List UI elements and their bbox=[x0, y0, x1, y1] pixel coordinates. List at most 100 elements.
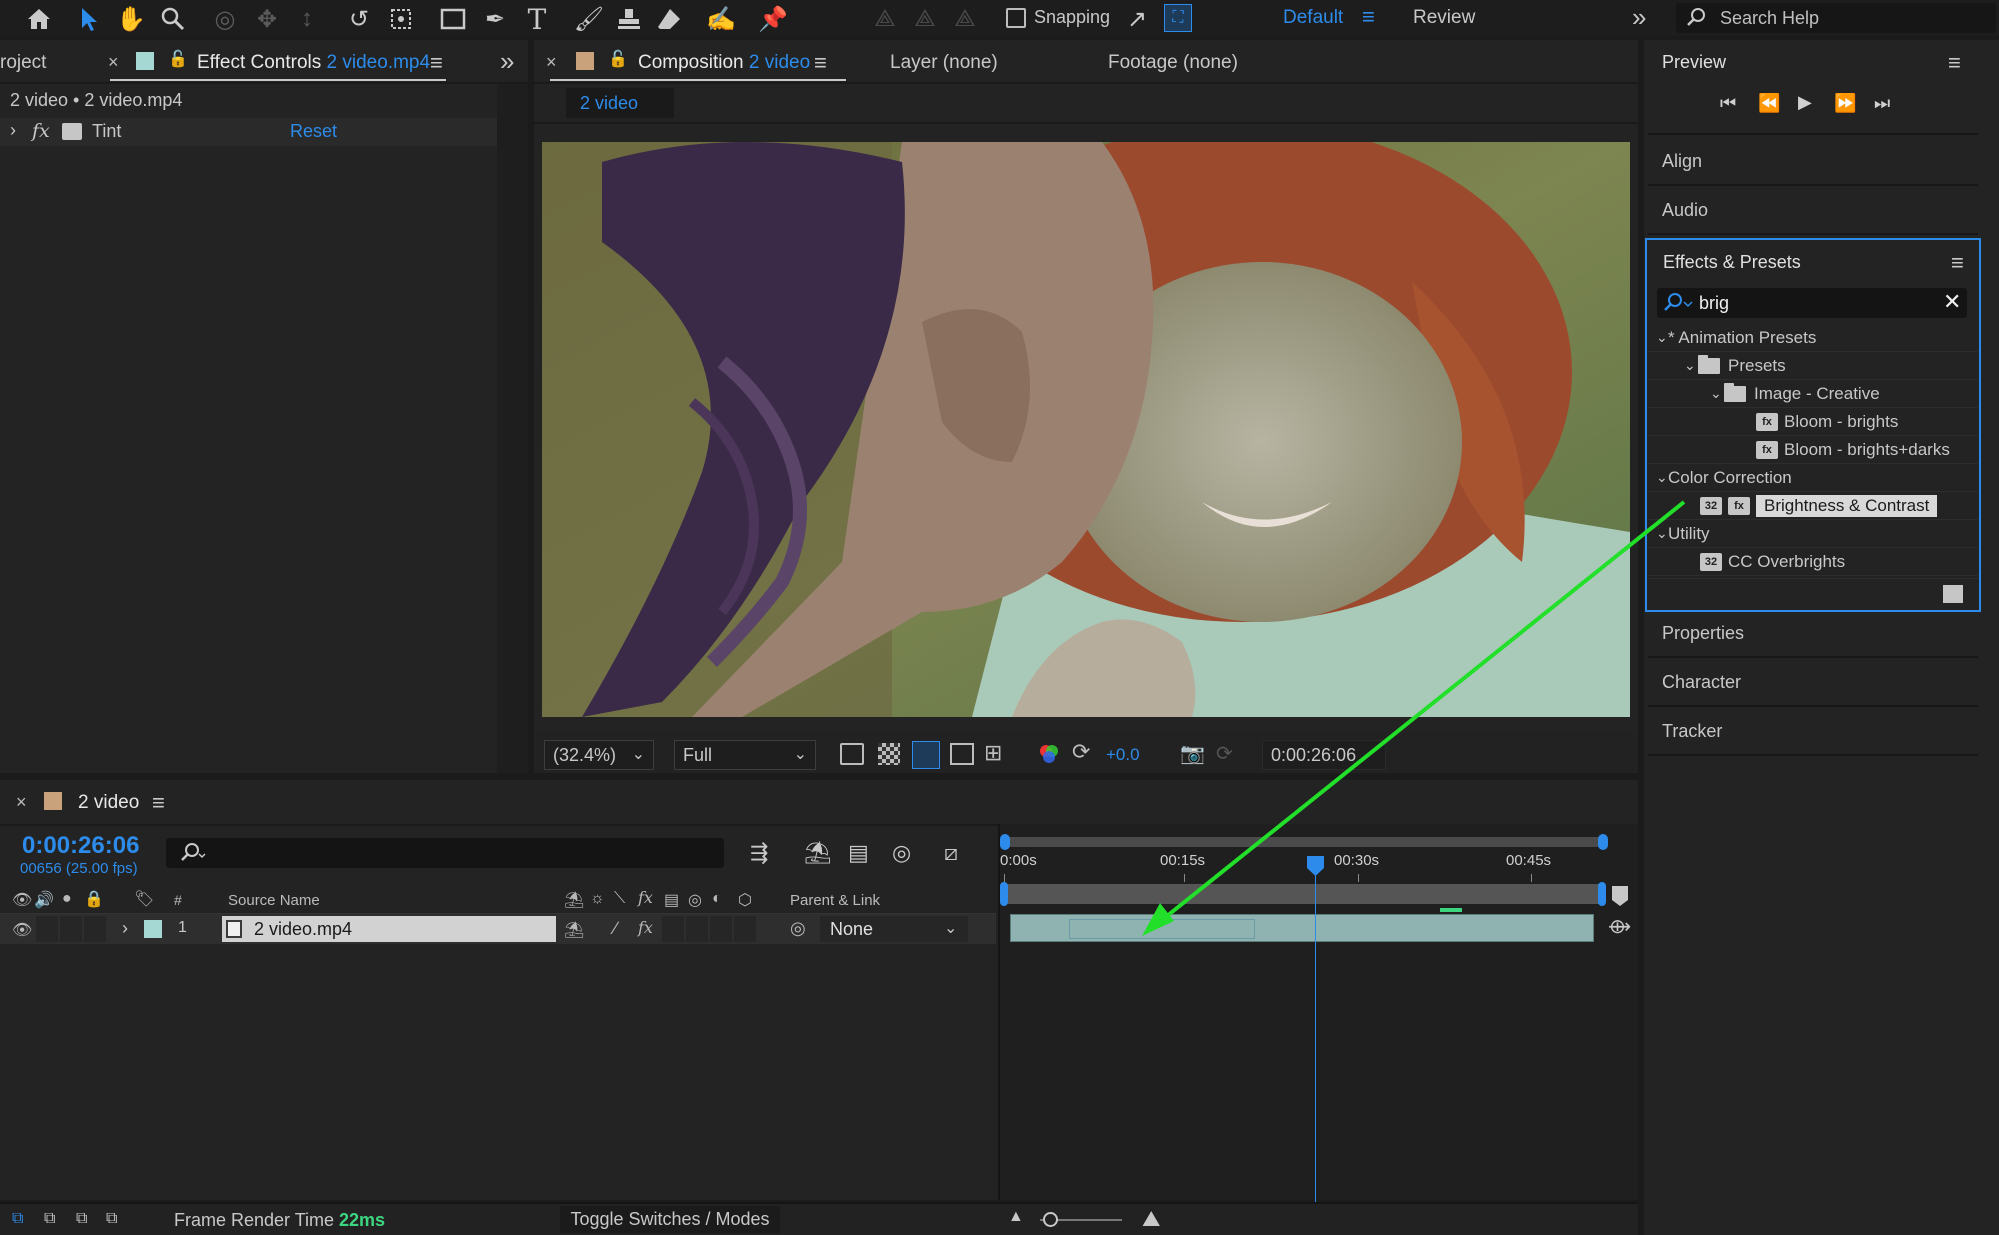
zoom-slider-thumb[interactable] bbox=[1043, 1212, 1058, 1227]
layer-label-swatch[interactable] bbox=[144, 920, 162, 938]
composition-tab[interactable]: Composition 2 video bbox=[638, 52, 810, 74]
type-tool-icon[interactable]: T bbox=[520, 2, 554, 36]
panel-menu-icon[interactable]: ≡ bbox=[1951, 250, 1964, 276]
tree-animation-presets[interactable]: ⌄ * Animation Presets bbox=[1648, 324, 1978, 352]
lock-icon[interactable]: 🔓 bbox=[608, 49, 628, 69]
effect-controls-scrollbar[interactable] bbox=[497, 84, 528, 773]
grid-guide-icon[interactable]: ⊞ bbox=[984, 740, 1002, 766]
close-tab-icon[interactable]: × bbox=[108, 52, 119, 73]
lock-icon[interactable]: 🔓 bbox=[168, 49, 188, 69]
column-parent-link[interactable]: Parent & Link bbox=[790, 892, 880, 909]
current-time-display[interactable]: 0:00:26:06 bbox=[1262, 740, 1386, 770]
lock-icon[interactable]: 🔒 bbox=[84, 889, 104, 909]
quality-switch-icon[interactable]: ∕ bbox=[614, 918, 617, 939]
layer-switch-cell[interactable] bbox=[662, 916, 684, 942]
timeline-tab-label[interactable]: 2 video bbox=[78, 792, 139, 814]
tree-color-correction[interactable]: ⌄ Color Correction bbox=[1648, 464, 1978, 492]
layer-duration-bar[interactable] bbox=[1010, 914, 1594, 942]
comp-subtab[interactable]: 2 video bbox=[566, 88, 674, 118]
video-eye-icon[interactable]: 👁 bbox=[12, 890, 32, 910]
play-icon[interactable]: ▶ bbox=[1798, 92, 1812, 113]
layer-tab[interactable]: Layer (none) bbox=[890, 52, 998, 74]
orbit-camera-icon[interactable]: ◎ bbox=[208, 2, 242, 36]
puppet-pin-tool-icon[interactable]: 📌 bbox=[756, 2, 790, 36]
camera-snapshot-icon[interactable]: 📷 bbox=[1180, 741, 1205, 766]
reset-exposure-icon[interactable]: ⟳ bbox=[1072, 739, 1090, 765]
eraser-tool-icon[interactable] bbox=[652, 2, 686, 36]
playhead-line[interactable] bbox=[1315, 856, 1316, 1202]
properties-panel[interactable]: Properties bbox=[1648, 610, 1978, 658]
effect-row-tint[interactable]: › fx Tint Reset bbox=[0, 118, 497, 146]
work-area-bar[interactable] bbox=[1006, 837, 1602, 847]
layer-switch-cell[interactable] bbox=[60, 916, 82, 942]
layer-row[interactable]: 👁 › 1 2 video.mp4 ⛱ ∕ fx ◎ None ⌄ bbox=[0, 914, 996, 944]
close-tab-icon[interactable]: × bbox=[546, 52, 557, 73]
layer-switch-cell[interactable] bbox=[710, 916, 732, 942]
panel-overflow-icon[interactable]: » bbox=[500, 46, 514, 77]
brush-tool-icon[interactable]: 🖌 bbox=[572, 2, 606, 36]
home-icon[interactable] bbox=[22, 2, 56, 36]
range-start-handle[interactable] bbox=[1000, 882, 1008, 906]
work-area-start-handle[interactable] bbox=[1000, 834, 1010, 850]
project-tab-label[interactable]: roject bbox=[0, 52, 46, 74]
zoom-in-icon[interactable]: ⛰ bbox=[1142, 1206, 1160, 1232]
fx-toggle[interactable]: fx bbox=[32, 120, 50, 142]
timeline-search-field[interactable] bbox=[166, 838, 724, 868]
axis-view-icon[interactable]: ⟁ bbox=[948, 2, 982, 36]
next-frame-icon[interactable]: ⏩ bbox=[1834, 93, 1856, 114]
region-of-interest-icon[interactable] bbox=[950, 743, 974, 765]
tree-preset-bloom-brights[interactable]: fx Bloom - brights bbox=[1648, 408, 1978, 436]
reset-link[interactable]: Reset bbox=[290, 121, 337, 142]
tree-presets-folder[interactable]: ⌄ Presets bbox=[1648, 352, 1978, 380]
render-time-toggle-icon[interactable]: ⧉ bbox=[106, 1210, 117, 1228]
dolly-camera-icon[interactable]: ↕ bbox=[290, 2, 324, 36]
panel-menu-icon[interactable]: ≡ bbox=[1948, 50, 1961, 76]
panel-menu-icon[interactable]: ≡ bbox=[430, 50, 443, 76]
frame-blending-icon[interactable]: ▤ bbox=[848, 840, 869, 866]
new-folder-icon[interactable] bbox=[1943, 585, 1963, 603]
last-frame-icon[interactable]: ⏭ bbox=[1874, 93, 1890, 114]
layer-switches-icon[interactable]: ⧉ bbox=[12, 1210, 23, 1228]
tree-effect-brightness-contrast[interactable]: 32 fx Brightness & Contrast bbox=[1648, 492, 1978, 520]
align-panel[interactable]: Align bbox=[1648, 138, 1978, 186]
footage-tab[interactable]: Footage (none) bbox=[1108, 52, 1238, 74]
tree-effect-cc-overbrights[interactable]: 32 CC Overbrights bbox=[1648, 548, 1978, 576]
shy-layers-icon[interactable]: ⛱ bbox=[804, 840, 832, 866]
expand-workspaces-icon[interactable]: » bbox=[1632, 2, 1646, 33]
in-out-icon[interactable]: ⧉ bbox=[76, 1210, 87, 1228]
exposure-value[interactable]: +0.0 bbox=[1106, 745, 1140, 765]
transparency-grid-icon[interactable] bbox=[878, 743, 900, 765]
range-end-handle[interactable] bbox=[1598, 882, 1606, 906]
parent-pickwhip-icon[interactable]: ◎ bbox=[790, 918, 806, 939]
fast-previews-icon[interactable] bbox=[840, 743, 864, 765]
composition-viewer-frame[interactable] bbox=[542, 142, 1630, 717]
show-snapshot-icon[interactable]: ⟳ bbox=[1216, 741, 1233, 766]
audio-speaker-icon[interactable]: 🔊 bbox=[34, 890, 54, 910]
selection-tool-icon[interactable] bbox=[72, 2, 106, 36]
time-ruler[interactable]: 0:00s 00:15s 00:30s 00:45s bbox=[1000, 852, 1602, 882]
label-tag-icon[interactable]: 🏷 bbox=[134, 889, 154, 909]
snapping-features-icon[interactable]: ⛶ bbox=[1164, 4, 1192, 32]
character-panel[interactable]: Character bbox=[1648, 659, 1978, 707]
panel-menu-icon[interactable]: ≡ bbox=[814, 50, 827, 76]
shy-switch-icon[interactable]: ⛱ bbox=[564, 920, 584, 940]
expand-chevron-icon[interactable]: › bbox=[122, 918, 128, 939]
layer-switch-cell[interactable] bbox=[84, 916, 106, 942]
motion-blur-icon[interactable]: ◎ bbox=[892, 840, 911, 866]
audio-panel[interactable]: Audio bbox=[1648, 187, 1978, 235]
close-tab-icon[interactable]: × bbox=[16, 792, 27, 813]
magnification-dropdown[interactable]: (32.4%) ⌄ bbox=[544, 740, 654, 770]
tree-utility[interactable]: ⌄ Utility bbox=[1648, 520, 1978, 548]
layer-switch-cell[interactable] bbox=[734, 916, 756, 942]
pan-camera-icon[interactable]: ✥ bbox=[250, 2, 284, 36]
axis-world-icon[interactable]: ⟁ bbox=[908, 2, 942, 36]
tracker-panel[interactable]: Tracker bbox=[1648, 708, 1978, 756]
previous-frame-icon[interactable]: ⏪ bbox=[1758, 93, 1780, 114]
pan-behind-tool-icon[interactable] bbox=[384, 2, 418, 36]
rotate-tool-icon[interactable]: ↺ bbox=[342, 2, 376, 36]
parent-dropdown[interactable]: None ⌄ bbox=[820, 916, 968, 942]
workspace-review[interactable]: Review bbox=[1413, 7, 1475, 29]
column-source-name[interactable]: Source Name bbox=[228, 892, 320, 909]
channels-icon[interactable] bbox=[1038, 743, 1060, 765]
tree-preset-bloom-brights-darks[interactable]: fx Bloom - brights+darks bbox=[1648, 436, 1978, 464]
